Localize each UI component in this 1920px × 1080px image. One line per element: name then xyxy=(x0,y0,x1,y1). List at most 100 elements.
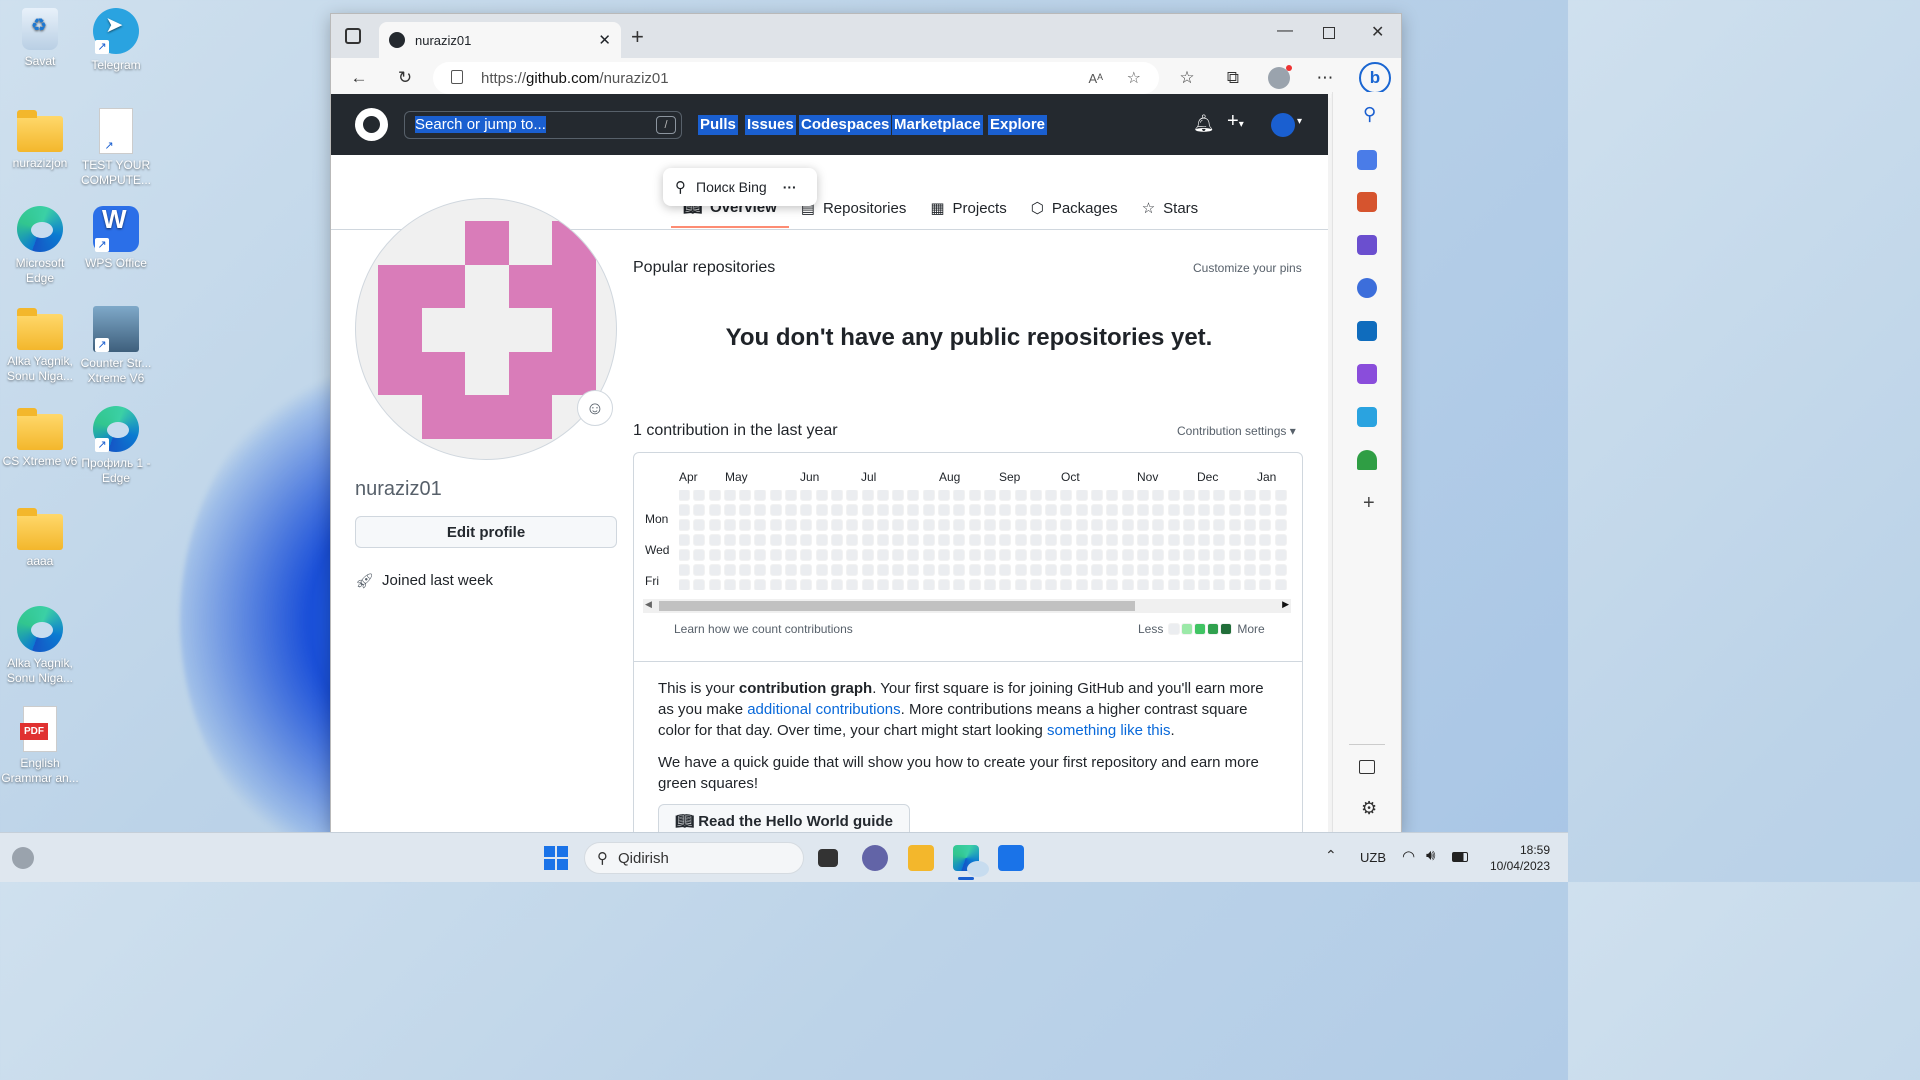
contribution-day[interactable] xyxy=(1259,504,1272,516)
contribution-day[interactable] xyxy=(1167,504,1180,516)
avatar[interactable] xyxy=(355,198,617,460)
contribution-day[interactable] xyxy=(1136,519,1149,531)
contribution-day[interactable] xyxy=(754,579,767,590)
contribution-day[interactable] xyxy=(754,534,767,546)
contribution-day[interactable] xyxy=(1228,534,1241,546)
contribution-day[interactable] xyxy=(679,519,690,531)
contribution-day[interactable] xyxy=(1213,564,1226,576)
contribution-day[interactable] xyxy=(1228,504,1241,516)
contribution-day[interactable] xyxy=(1014,490,1027,501)
contribution-day[interactable] xyxy=(938,504,951,516)
contribution-day[interactable] xyxy=(769,519,782,531)
contribution-day[interactable] xyxy=(1014,579,1027,590)
contribution-day[interactable] xyxy=(1182,564,1195,576)
contribution-day[interactable] xyxy=(693,504,706,516)
contribution-day[interactable] xyxy=(1182,534,1195,546)
contribution-day[interactable] xyxy=(999,564,1012,576)
contribution-day[interactable] xyxy=(861,534,874,546)
contribution-day[interactable] xyxy=(1167,519,1180,531)
close-tab-icon[interactable]: ✕ xyxy=(598,31,611,49)
horizontal-scrollbar[interactable]: ◀ ▶ xyxy=(643,599,1291,613)
contribution-day[interactable] xyxy=(1136,549,1149,561)
desktop-icon-recycle-bin[interactable]: ♻ Savat xyxy=(0,8,80,69)
contribution-day[interactable] xyxy=(922,579,935,590)
contribution-day[interactable] xyxy=(1198,490,1211,501)
contribution-day[interactable] xyxy=(1136,504,1149,516)
hide-sidebar-icon[interactable] xyxy=(1359,760,1375,774)
contribution-day[interactable] xyxy=(953,579,966,590)
contribution-day[interactable] xyxy=(999,534,1012,546)
contribution-day[interactable] xyxy=(800,504,813,516)
contribution-day[interactable] xyxy=(1259,579,1272,590)
contribution-day[interactable] xyxy=(815,519,828,531)
contribution-day[interactable] xyxy=(1075,490,1088,501)
contribution-day[interactable] xyxy=(1014,534,1027,546)
contribution-day[interactable] xyxy=(1259,534,1272,546)
contribution-day[interactable] xyxy=(892,549,905,561)
desktop-icon-edge-profile[interactable]: ↗ Профиль 1 - Edge xyxy=(76,406,156,486)
contribution-day[interactable] xyxy=(739,534,752,546)
contribution-day[interactable] xyxy=(754,490,767,501)
contribution-day[interactable] xyxy=(1106,504,1119,516)
chevron-up-icon[interactable]: ⌃ xyxy=(1325,847,1337,864)
send-icon[interactable] xyxy=(1357,407,1377,427)
contribution-day[interactable] xyxy=(800,534,813,546)
contribution-day[interactable] xyxy=(983,549,996,561)
contribution-day[interactable] xyxy=(769,490,782,501)
more-options-icon[interactable]: ··· xyxy=(783,179,797,195)
contribution-day[interactable] xyxy=(892,490,905,501)
contribution-day[interactable] xyxy=(1243,549,1256,561)
contribution-day[interactable] xyxy=(769,504,782,516)
contribution-day[interactable] xyxy=(907,549,920,561)
contribution-day[interactable] xyxy=(1259,549,1272,561)
hello-world-guide-button[interactable]: 📖︎ Read the Hello World guide xyxy=(658,804,910,832)
contribution-day[interactable] xyxy=(1152,579,1165,590)
contribution-day[interactable] xyxy=(723,504,736,516)
contribution-day[interactable] xyxy=(907,519,920,531)
contribution-day[interactable] xyxy=(892,579,905,590)
contribution-day[interactable] xyxy=(846,549,859,561)
contribution-day[interactable] xyxy=(679,504,690,516)
contribution-day[interactable] xyxy=(1274,504,1287,516)
contribution-day[interactable] xyxy=(968,579,981,590)
contribution-day[interactable] xyxy=(907,564,920,576)
tools-briefcase-icon[interactable] xyxy=(1357,192,1377,212)
favorites-icon[interactable]: ☆ xyxy=(1173,64,1201,92)
contribution-day[interactable] xyxy=(815,579,828,590)
contribution-day[interactable] xyxy=(1243,519,1256,531)
new-tab-icon[interactable]: + xyxy=(631,24,644,50)
contribution-day[interactable] xyxy=(1091,490,1104,501)
desktop-icon-folder-aaaa[interactable]: aaaa xyxy=(0,506,80,569)
contribution-day[interactable] xyxy=(922,519,935,531)
contribution-day[interactable] xyxy=(1075,534,1088,546)
scroll-right-icon[interactable]: ▶ xyxy=(1282,599,1289,610)
start-button[interactable] xyxy=(544,846,568,870)
contribution-day[interactable] xyxy=(708,519,721,531)
contribution-day[interactable] xyxy=(1121,534,1134,546)
teams-chat-icon[interactable] xyxy=(862,845,888,871)
contribution-day[interactable] xyxy=(876,534,889,546)
contribution-day[interactable] xyxy=(1198,519,1211,531)
contribution-day[interactable] xyxy=(1014,519,1027,531)
contribution-day[interactable] xyxy=(1152,504,1165,516)
contribution-day[interactable] xyxy=(1106,519,1119,531)
contribution-day[interactable] xyxy=(1029,519,1042,531)
contribution-day[interactable] xyxy=(1198,504,1211,516)
contribution-day[interactable] xyxy=(830,579,843,590)
contribution-day[interactable] xyxy=(1274,534,1287,546)
contribution-day[interactable] xyxy=(922,490,935,501)
contribution-day[interactable] xyxy=(769,564,782,576)
contribution-day[interactable] xyxy=(1014,564,1027,576)
github-logo-icon[interactable] xyxy=(355,108,388,141)
contribution-day[interactable] xyxy=(1075,519,1088,531)
contribution-day[interactable] xyxy=(999,549,1012,561)
contribution-day[interactable] xyxy=(922,504,935,516)
contribution-day[interactable] xyxy=(1152,564,1165,576)
contribution-day[interactable] xyxy=(1060,579,1073,590)
file-explorer-icon[interactable] xyxy=(908,845,934,871)
contribution-day[interactable] xyxy=(1274,549,1287,561)
contribution-day[interactable] xyxy=(693,549,706,561)
contribution-day[interactable] xyxy=(1045,519,1058,531)
contribution-day[interactable] xyxy=(1014,549,1027,561)
battery-icon[interactable] xyxy=(1452,852,1468,862)
